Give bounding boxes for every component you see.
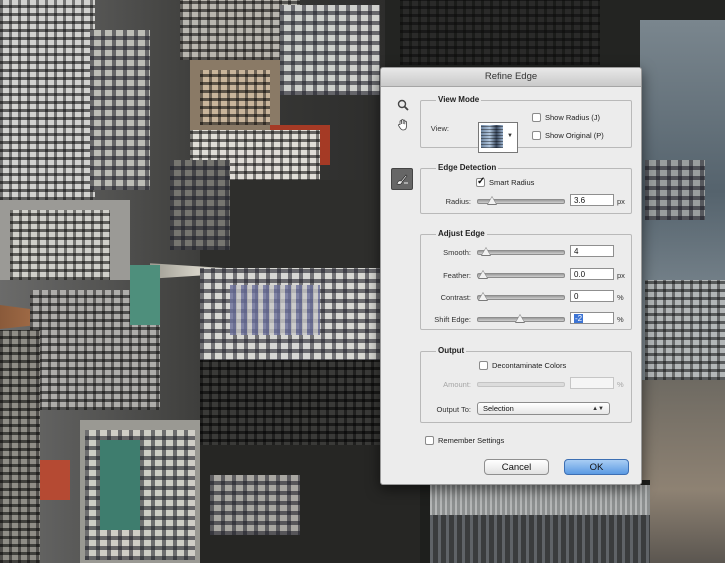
smooth-slider[interactable] <box>477 247 565 256</box>
dialog-title: Refine Edge <box>484 71 538 82</box>
show-radius-label: Show Radius (J) <box>545 113 601 122</box>
amount-slider <box>477 382 565 387</box>
dialog-title-bar[interactable]: Refine Edge <box>381 68 641 87</box>
show-original-checkbox[interactable] <box>532 131 541 140</box>
output-group: Output Decontaminate Colors Amount: % Ou… <box>420 346 632 423</box>
contrast-slider[interactable] <box>477 292 565 301</box>
refine-edge-dialog: Refine Edge View Mode View: ▼ Show Radiu… <box>380 67 642 485</box>
select-arrows-icon: ▲▼ <box>592 406 604 412</box>
zoom-icon[interactable] <box>394 98 412 116</box>
output-to-select[interactable]: Selection ▲▼ <box>477 402 610 415</box>
radius-input[interactable]: 3.6 <box>570 194 614 206</box>
contrast-unit: % <box>617 293 624 302</box>
edge-detection-legend: Edge Detection <box>436 163 499 172</box>
smart-radius-checkbox[interactable] <box>476 176 485 187</box>
view-mode-legend: View Mode <box>436 95 482 104</box>
smooth-slider-thumb[interactable] <box>481 247 492 256</box>
output-to-label: Output To: <box>436 405 471 414</box>
feather-input[interactable]: 0.0 <box>570 268 614 280</box>
amount-unit: % <box>617 380 624 389</box>
contrast-slider-thumb[interactable] <box>478 292 488 301</box>
shift-edge-slider[interactable] <box>477 314 565 323</box>
smart-radius-label: Smart Radius <box>489 178 535 187</box>
feather-unit: px <box>617 271 625 280</box>
view-label: View: <box>430 124 449 133</box>
radius-unit: px <box>617 197 625 206</box>
adjust-edge-group: Adjust Edge Smooth: 4 Feather: 0.0 px Co… <box>420 229 632 330</box>
radius-slider-thumb[interactable] <box>487 196 498 205</box>
decontaminate-colors-checkbox[interactable] <box>479 361 488 370</box>
contrast-label: Contrast: <box>440 293 471 302</box>
ok-button[interactable]: OK <box>564 459 629 475</box>
view-mode-thumbnail[interactable]: ▼ <box>478 122 518 153</box>
cancel-button[interactable]: Cancel <box>484 459 549 475</box>
shift-edge-input[interactable]: -2 <box>570 312 614 324</box>
feather-label: Feather: <box>443 271 471 280</box>
shift-edge-slider-thumb[interactable] <box>515 314 526 323</box>
radius-slider[interactable] <box>477 196 565 205</box>
amount-label: Amount: <box>443 380 471 389</box>
feather-slider[interactable] <box>477 270 565 279</box>
view-mode-group: View Mode View: ▼ Show Radius (J) Show O… <box>420 95 632 153</box>
output-legend: Output <box>436 346 467 355</box>
adjust-edge-legend: Adjust Edge <box>436 229 487 238</box>
shift-edge-unit: % <box>617 315 624 324</box>
amount-input <box>570 377 614 389</box>
view-dropdown-arrow-icon: ▼ <box>507 133 513 139</box>
refine-radius-brush-icon[interactable] <box>391 168 413 190</box>
hand-icon[interactable] <box>394 118 412 136</box>
smooth-label: Smooth: <box>443 248 471 257</box>
shift-edge-label: Shift Edge: <box>434 315 471 324</box>
remember-settings-checkbox[interactable] <box>425 436 434 445</box>
feather-slider-thumb[interactable] <box>478 270 488 279</box>
decontaminate-colors-label: Decontaminate Colors <box>492 361 567 370</box>
edge-detection-group: Edge Detection Smart Radius Radius: 3.6 … <box>420 163 632 214</box>
radius-label: Radius: <box>445 197 471 206</box>
show-original-label: Show Original (P) <box>545 131 604 140</box>
smooth-input[interactable]: 4 <box>570 245 614 257</box>
show-radius-checkbox[interactable] <box>532 113 541 122</box>
remember-settings-label: Remember Settings <box>438 436 505 445</box>
contrast-input[interactable]: 0 <box>570 290 614 302</box>
